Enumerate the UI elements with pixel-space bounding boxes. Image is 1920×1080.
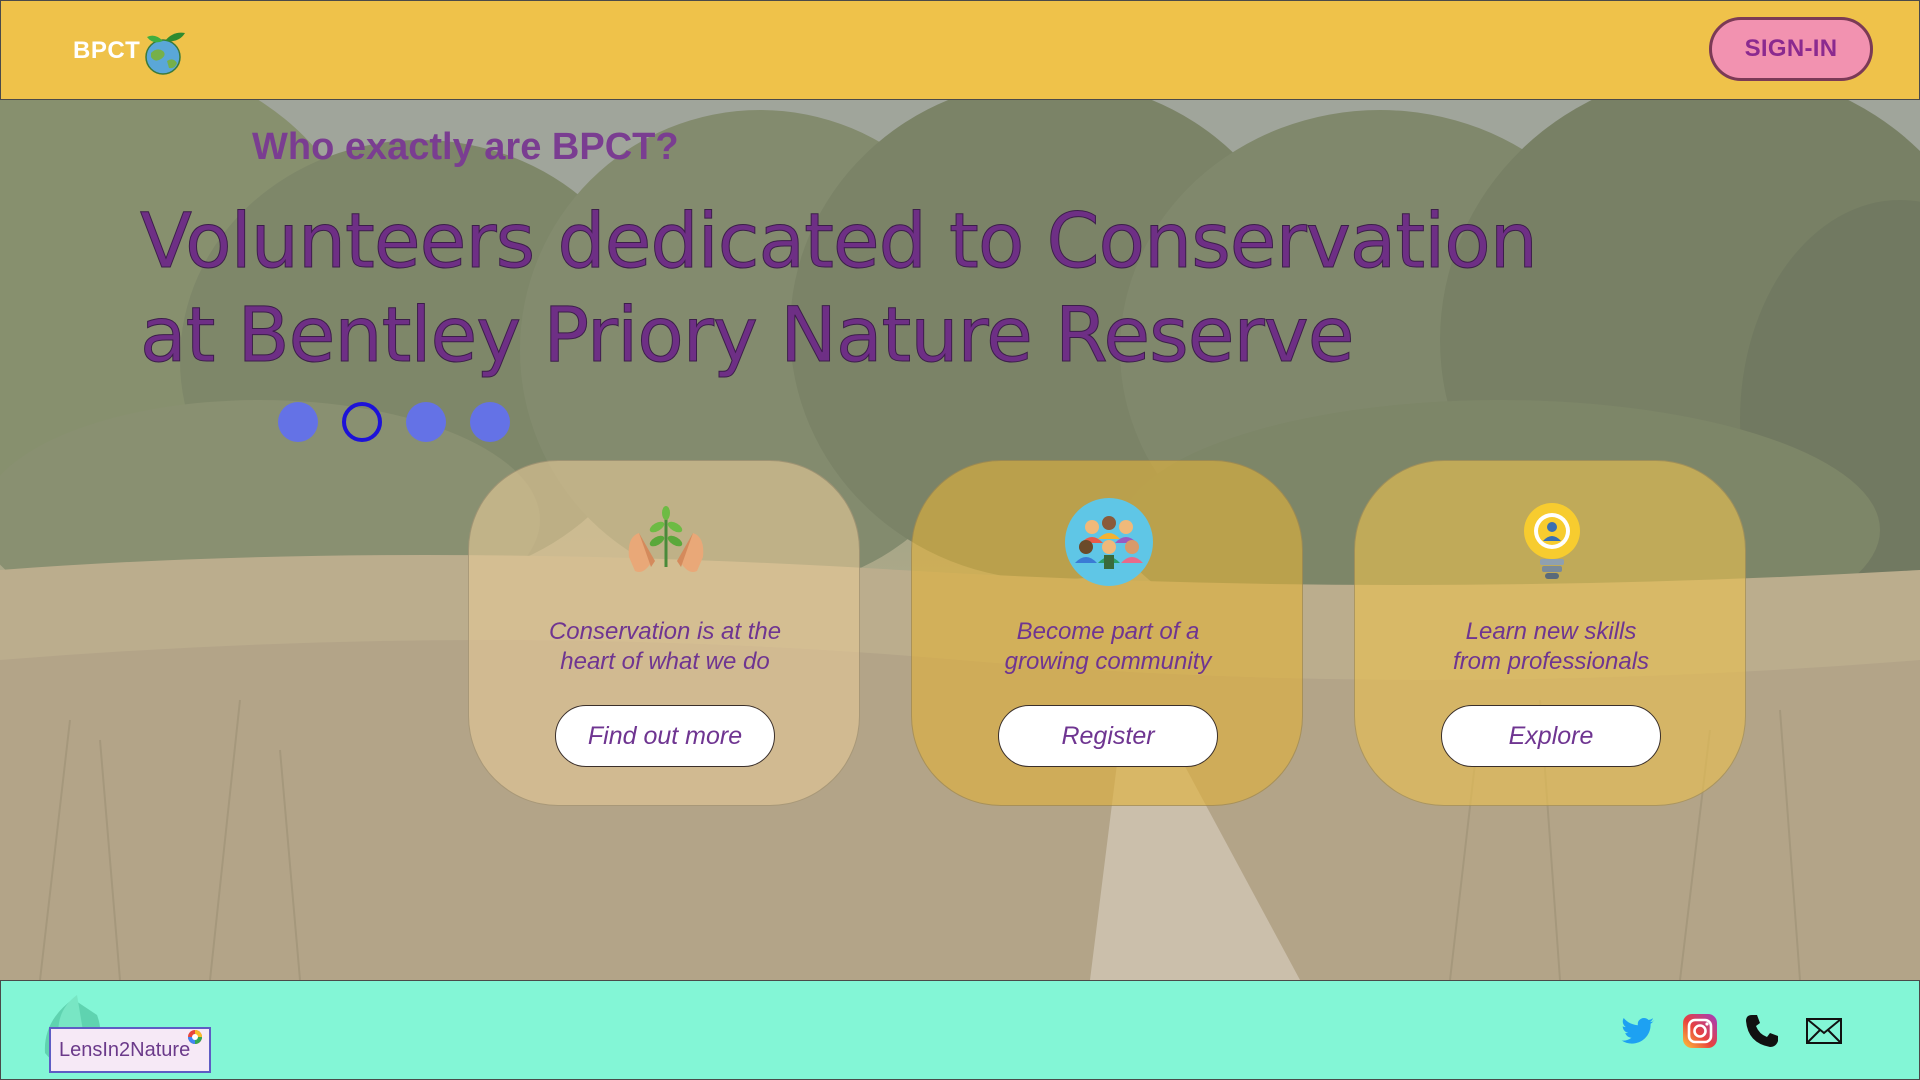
footer-brand-text: LensIn2Nature [59,1038,191,1061]
bpct-logo[interactable]: BPCT [73,23,203,79]
phone-icon[interactable] [1742,1011,1782,1051]
globe-leaf-icon [145,32,185,75]
lensin2nature-logo[interactable]: LensIn2Nature [37,991,217,1075]
card-skills-text: Learn new skills from professionals [1375,617,1727,677]
lightbulb-icon [1524,503,1580,579]
hero-headline: Volunteers dedicated to Conservation at … [140,194,1640,382]
carousel-dot-3[interactable] [406,402,446,442]
instagram-icon[interactable] [1680,1011,1720,1051]
card-text-line: from professionals [1452,648,1650,675]
sign-in-button[interactable]: SIGN-IN [1709,17,1873,81]
headline-line-1: Volunteers dedicated to Conservation [140,196,1539,286]
find-out-more-button[interactable]: Find out more [555,705,775,767]
card-conservation-text: Conservation is at the heart of what we … [489,617,841,677]
card-skills: Learn new skills from professionals Expl… [1354,460,1746,806]
community-icon [1065,498,1153,586]
twitter-icon[interactable] [1618,1011,1658,1051]
plant-hands-icon [628,506,704,572]
hero-subtitle: Who exactly are BPCT? [252,126,679,168]
card-text-line: growing community [1004,648,1212,675]
header: BPCT SIGN-IN [0,0,1920,100]
card-community-text: Become part of a growing community [932,617,1284,677]
card-text-line: heart of what we do [560,648,770,675]
mail-icon[interactable] [1804,1011,1844,1051]
carousel-dot-2-active[interactable] [342,402,382,442]
card-text-line: Become part of a [1016,618,1200,645]
card-text-line: Conservation is at the [548,618,782,645]
carousel-dot-4[interactable] [470,402,510,442]
register-button[interactable]: Register [998,705,1218,767]
logo-text: BPCT [73,37,141,64]
explore-button[interactable]: Explore [1441,705,1661,767]
carousel-dot-1[interactable] [278,402,318,442]
card-text-line: Learn new skills [1465,618,1637,645]
camera-aperture-icon [188,1030,202,1044]
card-conservation: Conservation is at the heart of what we … [468,460,860,806]
card-community: Become part of a growing community Regis… [911,460,1303,806]
headline-line-2: at Bentley Priory Nature Reserve [140,290,1356,380]
carousel-indicators [278,402,510,446]
